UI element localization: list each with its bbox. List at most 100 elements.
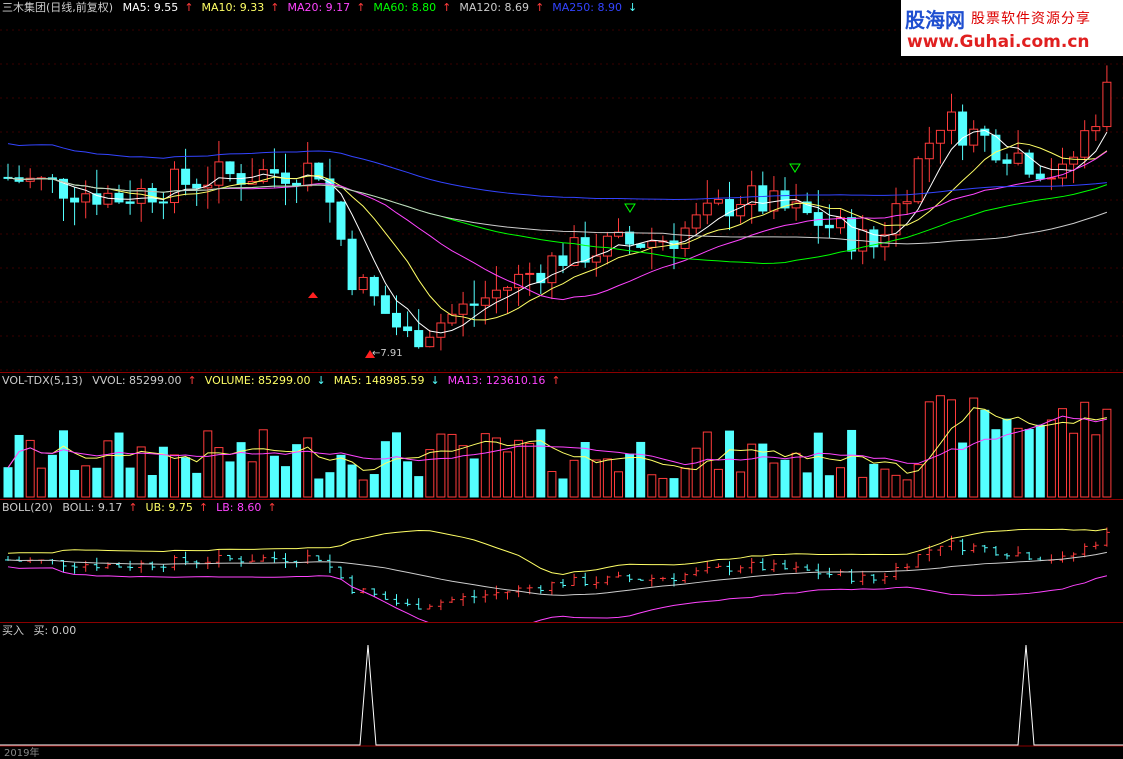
volume-bar (858, 476, 868, 498)
volume-bar (269, 455, 279, 498)
volume-bar (636, 441, 646, 498)
volume-bar (780, 459, 790, 498)
volume-chart[interactable] (0, 373, 1123, 499)
volume-legend: VVOL: 85299.00 ↑ VOLUME: 85299.00 ↓ MA5: 148… (92, 374, 568, 387)
candle-body (625, 231, 635, 245)
boll-legend-arrow: ↑ (267, 501, 277, 514)
candle-body (514, 273, 524, 289)
volume-bar (1013, 427, 1023, 498)
candle-body (602, 235, 612, 257)
volume-bar (869, 463, 879, 498)
volume-bar (514, 439, 524, 498)
volume-bar (680, 467, 690, 498)
vol-legend-item: VVOL: 85299.00 (92, 374, 182, 387)
ma-legend-arrow: ↑ (535, 1, 545, 14)
site-logo[interactable]: 股海网 股票软件资源分享 www.Guhai.com.cn (901, 0, 1123, 56)
ma-legend-item: MA20: 9.17 (287, 1, 351, 14)
candle-body (813, 212, 823, 226)
sell-arrow-marker (624, 203, 636, 213)
volume-bar (891, 474, 901, 498)
volume-bar (258, 429, 268, 498)
volume-bar (725, 430, 734, 498)
candle-body (935, 129, 945, 144)
candle-body (758, 185, 768, 212)
boll-legend-arrow: ↑ (128, 501, 138, 514)
volume-bar (347, 464, 357, 498)
boll-panel[interactable]: BOLL(20) BOLL: 9.17 ↑ UB: 9.75 ↑ LB: 8.60 ↑ (0, 500, 1123, 622)
sell-arrow-marker (789, 163, 801, 173)
volume-bar (847, 429, 857, 498)
volume-bar (625, 453, 635, 498)
candle-body (558, 255, 568, 266)
volume-bar (569, 459, 579, 498)
volume-bar (813, 432, 823, 498)
volume-panel[interactable]: VOL-TDX(5,13) VVOL: 85299.00 ↑ VOLUME: 852… (0, 373, 1123, 499)
volume-bar (181, 457, 191, 498)
volume-bar (36, 467, 46, 498)
ma-legend-item: MA120: 8.69 (459, 1, 530, 14)
volume-bar (103, 440, 113, 498)
volume-bar (147, 474, 157, 498)
volume-bar (325, 472, 335, 498)
volume-bar (702, 431, 712, 498)
candle-body (414, 330, 424, 348)
candle-body (192, 183, 202, 189)
candle-body (636, 243, 646, 248)
candle-body (569, 237, 579, 266)
candle-body (902, 201, 912, 205)
volume-bar (358, 479, 368, 498)
volume-bar (769, 462, 779, 498)
buy-signal-line (0, 644, 1123, 746)
candle-body (547, 255, 557, 284)
volume-bar (536, 429, 546, 498)
candle-body (1002, 159, 1012, 164)
volume-bar (558, 478, 568, 498)
stock-title: 三木集团(日线,前复权) (2, 1, 114, 14)
signal-chart[interactable] (0, 623, 1123, 755)
boll-legend: BOLL: 9.17 ↑ UB: 9.75 ↑ LB: 8.60 ↑ (62, 501, 284, 514)
ma-legend-item: MA60: 8.80 (373, 1, 437, 14)
volume-bar (425, 449, 435, 498)
volume-bar (747, 443, 757, 498)
volume-bar (791, 452, 801, 498)
candle-body (81, 193, 91, 203)
volume-bar (203, 430, 213, 498)
volume-bar (824, 475, 834, 498)
volume-bar (1046, 419, 1056, 498)
signal-title: 买入 (2, 624, 24, 637)
volume-bar (1035, 424, 1045, 498)
ma-legend: MA5: 9.55 ↑ MA10: 9.33 ↑ MA20: 9.17 ↑ MA60: 8.… (123, 1, 646, 14)
buy-arrow-marker (308, 292, 318, 298)
volume-bar (880, 468, 890, 498)
volume-bar (1002, 418, 1012, 498)
signal-panel[interactable]: 买入 买: 0.00 (0, 623, 1123, 755)
candle-body (713, 199, 723, 204)
volume-bar (47, 454, 57, 498)
boll-legend-arrow: ↑ (198, 501, 209, 514)
candle-body (403, 326, 413, 332)
volume-bar (991, 429, 1001, 498)
volume-bar (491, 437, 501, 498)
candle-body (580, 237, 590, 263)
candle-body (336, 201, 346, 240)
volume-bar (913, 464, 923, 498)
boll-chart[interactable] (0, 500, 1123, 622)
candle-body (358, 276, 368, 291)
volume-bar (1080, 401, 1090, 498)
volume-bar (547, 471, 557, 498)
volume-bar (125, 467, 135, 498)
vol-legend-item: VOLUME: 85299.00 (204, 374, 311, 387)
volume-bar (380, 441, 390, 498)
volume-bar (369, 474, 379, 498)
candle-body (1013, 152, 1023, 164)
candle-body (181, 168, 191, 185)
volume-bar (247, 461, 257, 498)
vol-legend-arrow: ↑ (187, 374, 197, 387)
volume-bar (114, 432, 124, 498)
ma-legend-arrow: ↑ (270, 1, 280, 14)
volume-bar (170, 454, 179, 498)
candle-body (125, 201, 135, 204)
volume-bar (403, 461, 413, 498)
ma-legend-arrow: ↑ (184, 1, 194, 14)
candle-body (170, 168, 179, 204)
